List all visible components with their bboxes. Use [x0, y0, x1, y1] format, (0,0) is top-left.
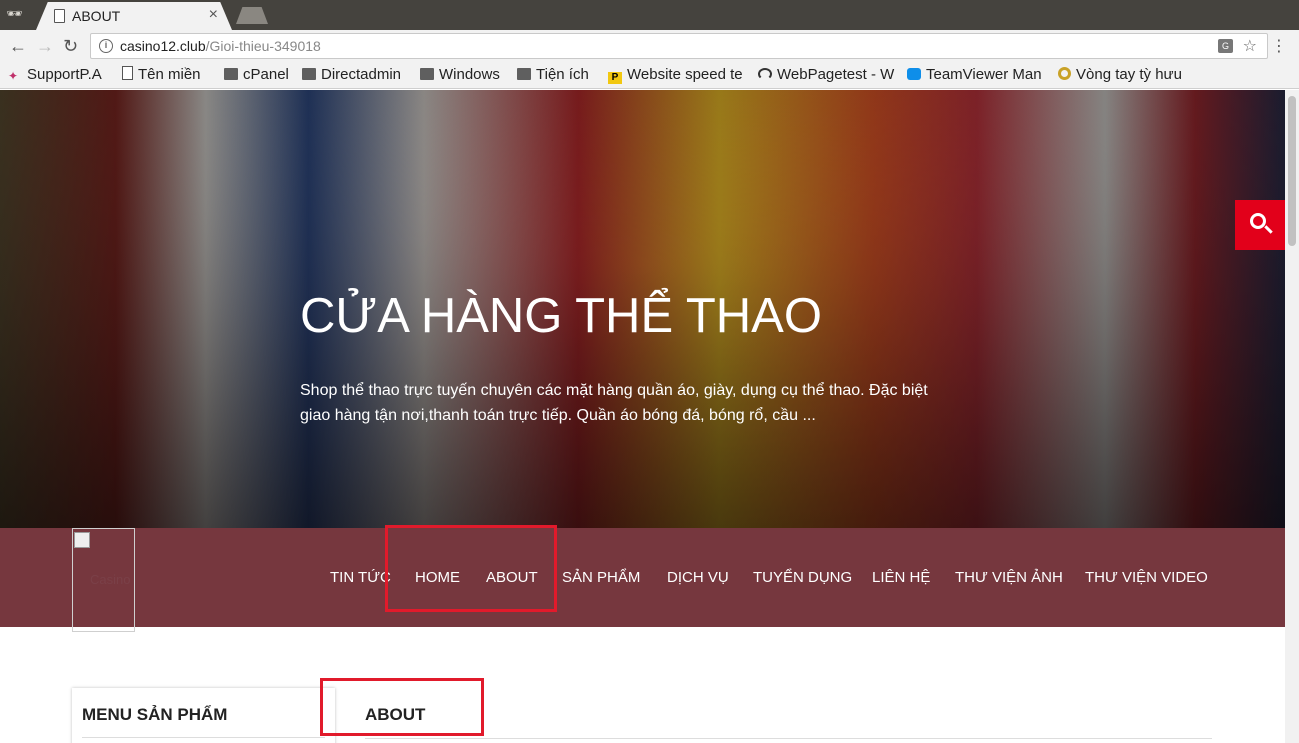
bookmark-vong-tay[interactable]: Vòng tay tỳ hưu — [1058, 66, 1195, 86]
nav-item-thu-vien-video[interactable]: THƯ VIỆN VIDEO — [1085, 569, 1208, 586]
logo-alt-text: Casino — [90, 572, 131, 587]
hero-description: Shop thể thao trực tuyến chuyên các mặt … — [300, 382, 928, 424]
site-info-icon[interactable]: i — [99, 39, 113, 53]
reload-icon[interactable]: ↻ — [63, 36, 78, 56]
address-bar[interactable]: i casino12.club/Gioi-thieu-349018 G ☆ — [90, 33, 1268, 59]
nav-item-dich-vu[interactable]: DỊCH VỤ — [667, 569, 729, 586]
bookmark-website-speed[interactable]: P Website speed te — [608, 66, 746, 86]
site-logo[interactable]: Casino — [72, 528, 135, 632]
bookmark-supportpa[interactable]: ✦ SupportP.A — [8, 66, 116, 86]
browser-toolbar: ← → ↻ i casino12.club/Gioi-thieu-349018 … — [0, 30, 1299, 62]
browser-menu-icon[interactable]: ⋮ — [1271, 36, 1287, 56]
divider — [365, 738, 1212, 739]
bookmarks-bar: ✦ SupportP.A Tên miền cPanel Directadmin … — [0, 62, 1299, 89]
tab-title: ABOUT — [72, 8, 121, 24]
forward-icon[interactable]: → — [36, 36, 54, 56]
highlight-box-title — [320, 678, 484, 736]
pagespeed-icon: P — [608, 72, 622, 84]
bookmark-tien-ich[interactable]: Tiện ích — [517, 66, 599, 86]
folder-icon — [517, 68, 531, 80]
url-text[interactable]: casino12.club/Gioi-thieu-349018 — [120, 38, 321, 54]
bookmark-webpagetest[interactable]: WebPagetest - W — [758, 66, 895, 86]
folder-icon — [420, 68, 434, 80]
teamviewer-icon — [907, 68, 921, 80]
ring-icon — [1058, 67, 1071, 80]
search-button[interactable] — [1235, 200, 1285, 250]
page-icon — [122, 66, 133, 80]
divider — [82, 737, 325, 738]
nav-item-thu-vien-anh[interactable]: THƯ VIỆN ẢNH — [955, 569, 1063, 586]
sidebar-product-menu: MENU SẢN PHẨM — [72, 688, 335, 743]
folder-icon — [302, 68, 316, 80]
highlight-box-nav — [385, 525, 557, 612]
new-tab-button[interactable] — [236, 7, 268, 24]
bookmark-teamviewer[interactable]: TeamViewer Man — [907, 66, 1047, 86]
document-icon — [54, 9, 65, 23]
bookmark-windows[interactable]: Windows — [420, 66, 508, 86]
supportpa-icon: ✦ — [8, 69, 19, 83]
tab-close-icon[interactable]: × — [209, 6, 218, 24]
nav-item-tuyen-dung[interactable]: TUYỂN DỤNG — [753, 569, 852, 586]
bookmark-cpanel[interactable]: cPanel — [224, 66, 294, 86]
folder-icon — [224, 68, 238, 80]
bookmark-directadmin[interactable]: Directadmin — [302, 66, 410, 86]
bookmark-ten-mien[interactable]: Tên miền — [122, 66, 218, 86]
bookmark-star-icon[interactable]: ☆ — [1243, 36, 1257, 56]
nav-item-lien-he[interactable]: LIÊN HỆ — [872, 569, 930, 586]
broken-image-icon — [74, 532, 90, 548]
page-scrollbar[interactable] — [1285, 90, 1299, 743]
back-icon[interactable]: ← — [9, 36, 27, 56]
gauge-icon — [758, 68, 772, 80]
web-page: CỬA HÀNG THỂ THAO Shop thể thao trực tuy… — [0, 90, 1285, 743]
translate-icon[interactable]: G — [1218, 39, 1233, 53]
sidebar-title: MENU SẢN PHẨM — [82, 705, 228, 724]
tab-strip: 🕶 ABOUT × — [0, 0, 1299, 30]
hero-title: CỬA HÀNG THỂ THAO — [300, 289, 822, 343]
incognito-icon: 🕶 — [6, 6, 23, 21]
nav-item-tin-tuc[interactable]: TIN TỨC — [330, 569, 391, 586]
scrollbar-thumb[interactable] — [1288, 96, 1296, 246]
nav-item-san-pham[interactable]: SẢN PHẨM — [562, 569, 640, 586]
hero-banner: CỬA HÀNG THỂ THAO Shop thể thao trực tuy… — [0, 90, 1285, 528]
browser-tab[interactable]: ABOUT × — [36, 2, 232, 30]
